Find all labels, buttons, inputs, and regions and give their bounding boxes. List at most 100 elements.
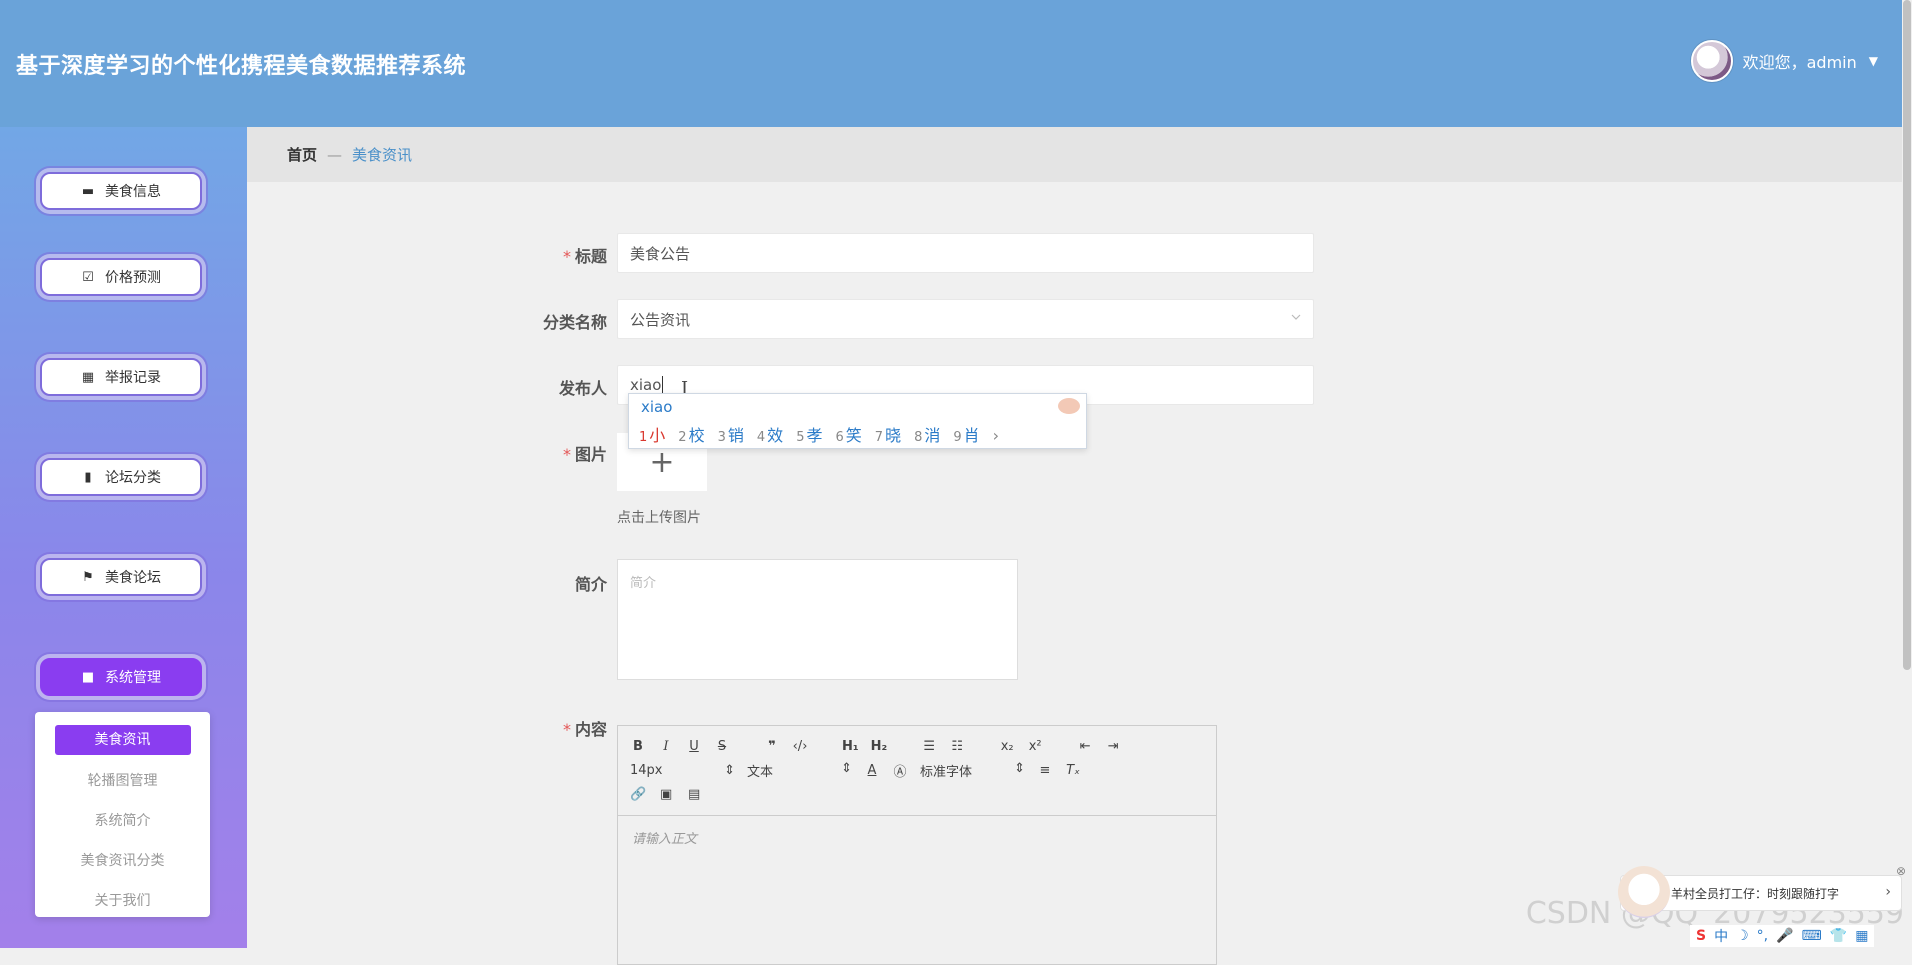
sidebar-item-label: 论坛分类 [105,470,161,486]
avatar[interactable] [1690,40,1733,82]
ime-candidate-popup: xiao 1小 2校 3销 4效 5孝 6笑 7晓 8消 9肖 › [628,393,1087,449]
system-submenu: 美食资讯 轮播图管理 系统简介 美食资讯分类 关于我们 [35,712,210,917]
ime-tip-text: 羊村全员打工仔：时刻跟随打字 [1671,886,1840,901]
outdent-icon[interactable]: ⇤ [1077,739,1093,754]
caret-down-icon[interactable]: ▼ [1869,54,1878,68]
sidebar-item-food-forum[interactable]: ⚑ 美食论坛 [40,558,202,596]
folder-icon: ■ [81,669,95,685]
intro-label: 简介 [574,575,607,594]
clear-format-icon[interactable]: Tₓ [1065,763,1081,778]
indent-icon[interactable]: ⇥ [1105,739,1121,754]
app-title: 基于深度学习的个性化携程美食数据推荐系统 [16,54,467,79]
list-icon: ▬ [81,183,95,199]
sidebar-item-label: 举报记录 [105,370,161,386]
upload-hint: 点击上传图片 [617,510,701,526]
shirt-icon[interactable]: 👕 [1830,928,1847,944]
title-label: * 标题 [562,247,607,266]
breadcrumb: 首页 — 美食资讯 [247,127,1902,182]
grid-icon: ▦ [81,369,95,385]
ime-candidate[interactable]: 5孝 [796,422,822,446]
scrollbar-thumb[interactable] [1903,0,1911,670]
bold-icon[interactable]: B [630,739,646,754]
punctuation-icon[interactable]: °, [1757,928,1768,944]
ime-toolbar: S 中 ☽ °, 🎤 ⌨ 👕 ▦ [1690,925,1875,947]
sogou-logo-icon: S [1696,928,1707,944]
bullet-list-icon[interactable]: ☷ [949,739,965,754]
quote-icon[interactable]: ❞ [764,739,780,754]
ime-candidate[interactable]: 8消 [914,422,940,446]
text-cursor [662,376,664,394]
rich-text-editor: B I U S ❞ ‹/› H₁ H₂ ☰ ☷ x₂ x² ⇤ ⇥ 14px ⇕ … [617,725,1217,965]
breadcrumb-current: 美食资讯 [352,146,413,164]
sidebar-item-price-prediction[interactable]: ☑ 价格预测 [40,258,202,296]
align-icon[interactable]: ≡ [1037,763,1053,778]
ime-logo-icon [1058,398,1080,414]
subscript-icon[interactable]: x₂ [999,739,1015,754]
underline-icon[interactable]: U [686,739,702,754]
submenu-item-food-news[interactable]: 美食资讯 [35,720,210,760]
moon-icon[interactable]: ☽ [1736,928,1749,944]
bar-chart-icon: ▮ [84,469,92,485]
submenu-item-system-intro[interactable]: 系统简介 [35,800,210,840]
ime-candidate[interactable]: 6笑 [835,422,861,446]
ime-mode[interactable]: 中 [1714,926,1728,946]
plus-icon: + [649,444,675,480]
breadcrumb-home[interactable]: 首页 [287,144,317,165]
video-icon[interactable]: ▤ [686,787,702,802]
font-size-select[interactable]: 14px ⇕ [630,763,735,778]
intro-textarea[interactable]: 简介 [617,559,1018,680]
sidebar-item-system-management[interactable]: ■ 系统管理 [40,658,202,696]
ime-candidate[interactable]: 3销 [718,422,744,446]
image-icon[interactable]: ▣ [658,787,674,802]
link-icon[interactable]: 🔗 [630,787,646,802]
category-label: 分类名称 [542,313,607,332]
italic-icon[interactable]: I [658,739,674,754]
user-menu[interactable]: 欢迎您，admin ▼ [1690,40,1878,82]
apps-grid-icon[interactable]: ▦ [1855,928,1868,944]
top-header: 基于深度学习的个性化携程美食数据推荐系统 欢迎您，admin ▼ [0,0,1902,127]
code-icon[interactable]: ‹/› [792,739,808,754]
chevron-right-icon[interactable]: › [1885,884,1891,900]
ime-candidate[interactable]: 7晓 [875,422,901,446]
font-color-icon[interactable]: A [864,763,880,778]
close-icon[interactable]: ⊗ [1896,864,1906,878]
page-scrollbar[interactable] [1902,0,1912,948]
heading1-icon[interactable]: H₁ [842,739,859,754]
font-family-select[interactable]: 标准字体 ⇕ [920,761,1025,780]
ime-candidate[interactable]: 9肖 [953,422,979,446]
microphone-icon[interactable]: 🎤 [1776,928,1793,944]
submenu-item-carousel[interactable]: 轮播图管理 [35,760,210,800]
chevron-down-icon [1291,314,1301,320]
updown-icon: ⇕ [1014,760,1025,776]
strikethrough-icon[interactable]: S [714,739,730,754]
ime-candidate[interactable]: 2校 [678,422,704,446]
ime-next-page-icon[interactable]: › [993,426,999,445]
editor-toolbar: B I U S ❞ ‹/› H₁ H₂ ☰ ☷ x₂ x² ⇤ ⇥ 14px ⇕ … [618,726,1216,816]
sidebar-item-forum-category[interactable]: ▮ 论坛分类 [40,458,202,496]
publisher-label: 发布人 [558,379,607,398]
heading2-icon[interactable]: H₂ [871,739,888,754]
sidebar-item-food-info[interactable]: ▬ 美食信息 [40,172,202,210]
sidebar-item-label: 价格预测 [105,270,161,286]
category-select[interactable]: 公告资讯 [617,299,1314,339]
keyboard-icon[interactable]: ⌨ [1802,928,1822,944]
ime-candidate[interactable]: 1小 [639,422,665,446]
block-type-select[interactable]: 文本 ⇕ [747,761,852,780]
editor-body[interactable]: 请输入正文 [618,816,1216,859]
submenu-item-about-us[interactable]: 关于我们 [35,880,210,920]
title-input[interactable]: 美食公告 [617,233,1314,273]
sidebar-item-label: 系统管理 [105,670,161,686]
superscript-icon[interactable]: x² [1027,739,1043,754]
welcome-text: 欢迎您，admin [1742,53,1857,72]
sidebar-item-report-records[interactable]: ▦ 举报记录 [40,358,202,396]
background-color-icon[interactable]: Ⓐ [892,761,908,780]
ime-composition: xiao [641,398,673,416]
ime-candidate[interactable]: 4效 [757,422,783,446]
submenu-item-news-category[interactable]: 美食资讯分类 [35,840,210,880]
sidebar-item-label: 美食信息 [105,184,161,200]
updown-icon: ⇕ [724,762,735,778]
image-label: * 图片 [562,445,607,464]
ordered-list-icon[interactable]: ☰ [921,739,937,754]
ime-candidates: 1小 2校 3销 4效 5孝 6笑 7晓 8消 9肖 › [639,422,999,446]
content-label: * 内容 [562,720,607,739]
